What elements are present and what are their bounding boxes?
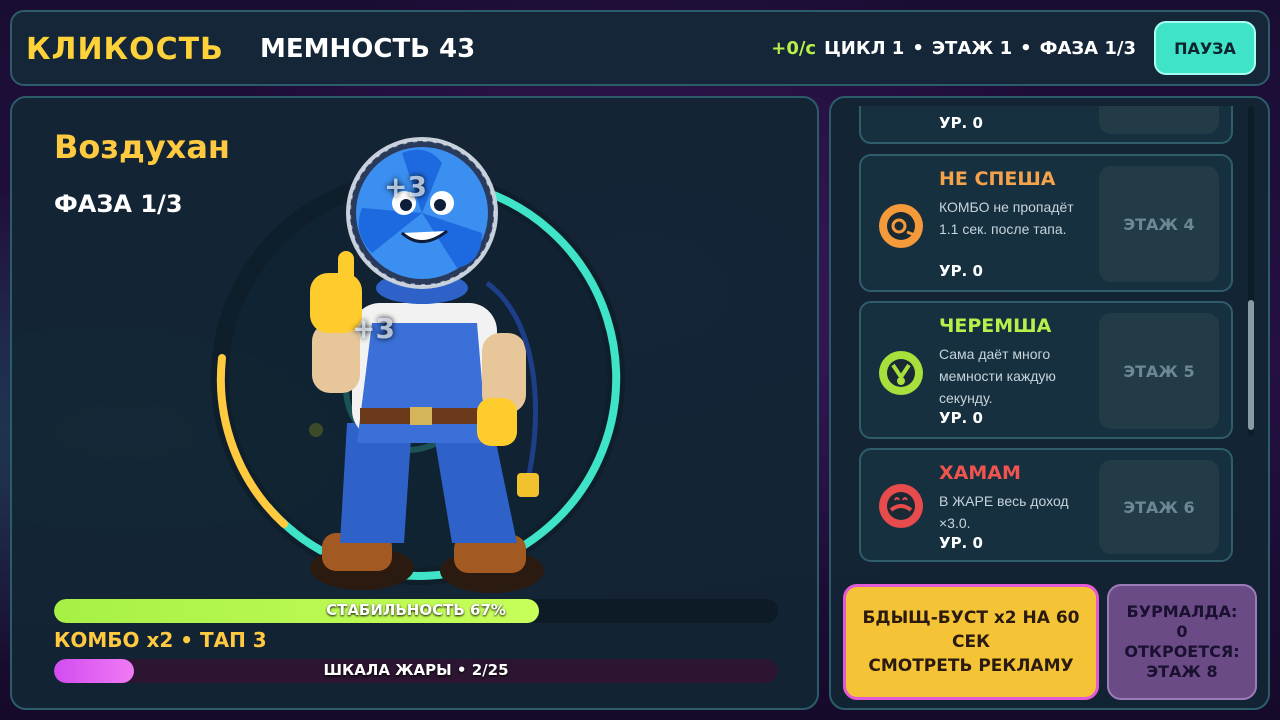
stability-label: СТАБИЛЬНОСТЬ 67% [326, 601, 506, 619]
cycle-label: ЦИКЛ 1 [824, 38, 905, 59]
upgrade-level: УР. 0 [939, 262, 983, 280]
floor-label: ЭТАЖ 1 [931, 38, 1013, 59]
character-name: Воздухан [54, 128, 231, 166]
income-rate: +0/с [771, 38, 817, 59]
upgrade-floor-button[interactable]: ЭТАЖ 4 [1099, 166, 1219, 282]
separator-dot: • [1020, 38, 1032, 59]
memnost-counter: МЕМНОСТЬ 43 [260, 34, 476, 64]
pause-button[interactable]: ПАУЗА [1154, 21, 1256, 75]
upgrade-card-cheremsha[interactable]: ЧЕРЕМША Сама даёт много мемности каждую … [859, 301, 1233, 439]
upgrade-level: УР. 0 [939, 409, 983, 427]
upgrade-floor-button[interactable]: ЭТАЖ 6 [1099, 460, 1219, 554]
tap-popup: +3 [384, 170, 427, 203]
tap-popup: +3 [352, 312, 395, 345]
snail-clock-icon [879, 204, 923, 248]
character-panel: Воздухан ФАЗА 1/3 +3 +3 СТАБИЛЬНОСТЬ 67%… [10, 96, 819, 710]
upgrade-level: УР. 0 [939, 114, 983, 132]
burmalda-line-1: БУРМАЛДА: [1126, 602, 1238, 621]
top-bar: КЛИКОСТЬ МЕМНОСТЬ 43 +0/с ЦИКЛ 1 • ЭТАЖ … [10, 10, 1270, 86]
upgrade-description: В ЖАРЕ весь доход ×3.0. [939, 493, 1069, 531]
upgrade-title: ЧЕРЕМША [939, 315, 1052, 337]
combo-label: КОМБО x2 • ТАП 3 [54, 628, 267, 652]
burmalda-line-3: ОТКРОЕТСЯ: [1124, 642, 1240, 661]
ad-boost-button[interactable]: БДЫЩ-БУСТ x2 НА 60 СЕК СМОТРЕТЬ РЕКЛАМУ [843, 584, 1099, 700]
separator-dot: • [912, 38, 924, 59]
burmalda-line-2: 0 [1176, 622, 1188, 641]
phase-label: ФАЗА 1/3 [1039, 38, 1136, 59]
boost-line-1: БДЫЩ-БУСТ x2 НА 60 СЕК [862, 608, 1080, 652]
garlic-icon [879, 351, 923, 395]
status-readout: +0/с ЦИКЛ 1 • ЭТАЖ 1 • ФАЗА 1/3 [771, 38, 1136, 59]
boost-line-2: СМОТРЕТЬ РЕКЛАМУ [868, 656, 1074, 676]
upgrade-level: УР. 0 [939, 534, 983, 552]
heat-label: ШКАЛА ЖАРЫ • 2/25 [323, 661, 509, 679]
upgrade-scrollbar[interactable] [1248, 106, 1254, 436]
burmalda-locked-button[interactable]: БУРМАЛДА: 0 ОТКРОЕТСЯ: ЭТАЖ 8 [1107, 584, 1257, 700]
upgrade-floor-button[interactable] [1099, 106, 1219, 134]
upgrade-floor-button[interactable]: ЭТАЖ 5 [1099, 313, 1219, 429]
scrollbar-thumb[interactable] [1248, 300, 1254, 430]
upgrade-card-ne-spesha[interactable]: НЕ СПЕША КОМБО не пропадёт 1.1 сек. посл… [859, 154, 1233, 292]
upgrade-description: КОМБО не пропадёт 1.1 сек. после тапа. [939, 199, 1074, 237]
upgrade-card[interactable]: УР. 0 [859, 106, 1233, 144]
upgrade-description: Сама даёт много мемности каждую секунду. [939, 346, 1056, 406]
upgrade-title: ХАМАМ [939, 462, 1021, 484]
burmalda-line-4: ЭТАЖ 8 [1146, 662, 1218, 681]
upgrade-list[interactable]: УР. 0 НЕ СПЕША КОМБО не пропадёт 1.1 сек… [859, 106, 1233, 574]
stability-bar: СТАБИЛЬНОСТЬ 67% [54, 599, 778, 623]
character-phase: ФАЗА 1/3 [54, 190, 183, 218]
heat-bar: ШКАЛА ЖАРЫ • 2/25 [54, 659, 778, 683]
steam-bath-icon [879, 484, 923, 528]
game-logo: КЛИКОСТЬ [26, 32, 224, 67]
upgrade-title: НЕ СПЕША [939, 168, 1056, 190]
upgrades-panel: УР. 0 НЕ СПЕША КОМБО не пропадёт 1.1 сек… [829, 96, 1270, 710]
upgrade-card-hamam[interactable]: ХАМАМ В ЖАРЕ весь доход ×3.0. УР. 0 ЭТАЖ… [859, 448, 1233, 562]
